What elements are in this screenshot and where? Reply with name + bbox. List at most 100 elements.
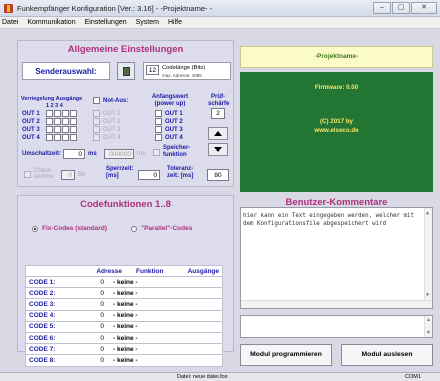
code-row-8[interactable]: CODE 8: 0- keine -: [25, 355, 223, 367]
fix-codes-radio[interactable]: [32, 226, 38, 232]
program-module-button[interactable]: Modul programmieren: [240, 344, 332, 366]
lock-out-1-label: OUT 1: [22, 111, 40, 117]
umschaltzeit-unit: ms: [88, 151, 97, 157]
status-bar: Datei: neue datei.fox COM1: [0, 372, 440, 381]
lock-out-4-label: OUT 4: [22, 135, 40, 141]
toleranz-input[interactable]: 80: [207, 169, 229, 181]
menu-bar: Datei Kommunikation Einstellungen System…: [0, 17, 440, 29]
title-bar: Funkempfänger Konfiguration [Ver.: 3.16]…: [0, 0, 440, 17]
lock-out4-c2[interactable]: [54, 134, 61, 141]
not-aus-out2[interactable]: [93, 118, 100, 125]
pruef-input[interactable]: 2: [211, 108, 225, 119]
window-controls: – ▢ ✕: [372, 2, 437, 14]
lock-out3-c1[interactable]: [46, 126, 53, 133]
code-row-7[interactable]: CODE 7: 0- keine -: [25, 344, 223, 356]
menu-einstellungen[interactable]: Einstellungen: [85, 19, 127, 26]
code-row-3[interactable]: CODE 3: 0- keine -: [25, 299, 223, 311]
ausgaenge-header: Ausgänge: [187, 267, 219, 275]
menu-system[interactable]: System: [136, 19, 159, 26]
secondary-text-field[interactable]: ▲ ▼: [240, 315, 433, 338]
lock-columns: 1 2 3 4: [46, 103, 63, 109]
sperrzeit-input[interactable]: 0: [138, 170, 160, 180]
arrow-up-icon: [214, 131, 222, 136]
codelength-input[interactable]: 12: [146, 65, 159, 75]
lock-out-2-label: OUT 2: [22, 119, 40, 125]
status-file: Datei: neue datei.fox: [177, 374, 228, 380]
lock-out2-c2[interactable]: [54, 118, 61, 125]
read-module-button[interactable]: Modul auslesen: [341, 344, 433, 366]
code-row-5[interactable]: CODE 5: 0- keine -: [25, 321, 223, 333]
anfangswert-out2[interactable]: [155, 118, 162, 125]
lock-out4-c4[interactable]: [70, 134, 77, 141]
disabled-time-input[interactable]: 000000: [104, 149, 134, 159]
lock-out1-c4[interactable]: [70, 110, 77, 117]
pruef-down-button[interactable]: [208, 143, 228, 156]
maximize-button[interactable]: ▢: [392, 2, 410, 14]
toleranz-label: Toleranz-zeit: [ms]: [167, 166, 194, 179]
settings-panel: Allgemeine Einstellungen Senderauswahl: …: [17, 40, 234, 187]
not-aus-out4[interactable]: [93, 134, 100, 141]
code-row-1[interactable]: CODE 1: 0- keine -: [25, 277, 223, 289]
lock-out-3-label: OUT 3: [22, 127, 40, 133]
lock-out1-c1[interactable]: [46, 110, 53, 117]
menu-kommunikation[interactable]: Kommunikation: [27, 19, 75, 26]
not-aus-label: Not-Aus:: [103, 98, 129, 104]
code-row-2[interactable]: CODE 2: 0- keine -: [25, 288, 223, 300]
comments-scrollbar[interactable]: ▲ ▼: [424, 208, 432, 308]
project-name: -Projektname-: [240, 46, 433, 68]
not-aus-out1[interactable]: [93, 110, 100, 117]
umschaltzeit-label: Umschaltzeit:: [22, 151, 62, 157]
comments-text: hier kann ein Text eingegeben werden, we…: [243, 213, 415, 227]
not-aus-checkbox[interactable]: [93, 97, 100, 104]
speicher-label: Speicher-funktion: [163, 145, 191, 158]
anfangswert-out1[interactable]: [155, 110, 162, 117]
lock-out2-c3[interactable]: [62, 118, 69, 125]
lock-out1-c3[interactable]: [62, 110, 69, 117]
not-aus-out1-label: OUT 1: [103, 111, 121, 117]
checksum-label: Check-summe: [34, 168, 54, 180]
lock-out3-c2[interactable]: [54, 126, 61, 133]
lock-out3-c3[interactable]: [62, 126, 69, 133]
pruef-up-button[interactable]: [208, 127, 228, 140]
funktion-header: Funktion: [136, 267, 164, 275]
checksum-input[interactable]: 0: [61, 170, 75, 180]
sender-select-button[interactable]: [117, 62, 135, 80]
lock-out2-c4[interactable]: [70, 118, 77, 125]
lock-out3-c4[interactable]: [70, 126, 77, 133]
anfangswert-out4[interactable]: [155, 134, 162, 141]
code-table-header: Adresse Funktion Ausgänge: [25, 265, 223, 277]
secondary-scrollbar[interactable]: ▲ ▼: [424, 316, 432, 337]
sperrzeit-label: Sperrzeit: [ms]: [106, 166, 134, 179]
max-address-label: max. Adresse: 4095: [162, 73, 202, 78]
menu-datei[interactable]: Datei: [2, 19, 18, 26]
website-label: www.elseco.de: [314, 127, 359, 134]
not-aus-out3[interactable]: [93, 126, 100, 133]
parallel-codes-radio[interactable]: [131, 226, 137, 232]
speicher-checkbox[interactable]: [153, 149, 160, 156]
scroll-up-icon: ▲: [426, 210, 430, 216]
checksum-unit: Bit: [78, 172, 86, 178]
anfangswert-out2-label: OUT 2: [165, 119, 183, 125]
not-aus-out3-label: OUT 3: [103, 127, 121, 133]
lock-out4-c3[interactable]: [62, 134, 69, 141]
arrow-down-icon: [214, 147, 222, 152]
lock-out1-c2[interactable]: [54, 110, 61, 117]
anfangswert-out1-label: OUT 1: [165, 111, 183, 117]
code-row-6[interactable]: CODE 6: 0- keine -: [25, 332, 223, 345]
lock-out2-c1[interactable]: [46, 118, 53, 125]
checksum-checkbox[interactable]: [24, 171, 31, 178]
anfangswert-label: Anfangswert (power up): [151, 94, 189, 107]
comments-hscrollbar[interactable]: [241, 300, 432, 308]
scroll-down-icon-2: ▼: [426, 330, 431, 336]
code-row-4[interactable]: CODE 4: 0- keine -: [25, 310, 223, 322]
codelength-label: Codelänge (Bits): [162, 65, 206, 71]
pruef-label: Prüf-schärfe: [208, 94, 230, 107]
lock-out4-c1[interactable]: [46, 134, 53, 141]
fix-codes-label: Fix-Codes (standard): [42, 225, 108, 232]
close-button[interactable]: ✕: [411, 2, 437, 14]
umschaltzeit-input[interactable]: 0: [63, 149, 85, 159]
anfangswert-out3[interactable]: [155, 126, 162, 133]
minimize-button[interactable]: –: [373, 2, 391, 14]
menu-hilfe[interactable]: Hilfe: [168, 19, 182, 26]
comments-textarea[interactable]: hier kann ein Text eingegeben werden, we…: [240, 207, 433, 309]
